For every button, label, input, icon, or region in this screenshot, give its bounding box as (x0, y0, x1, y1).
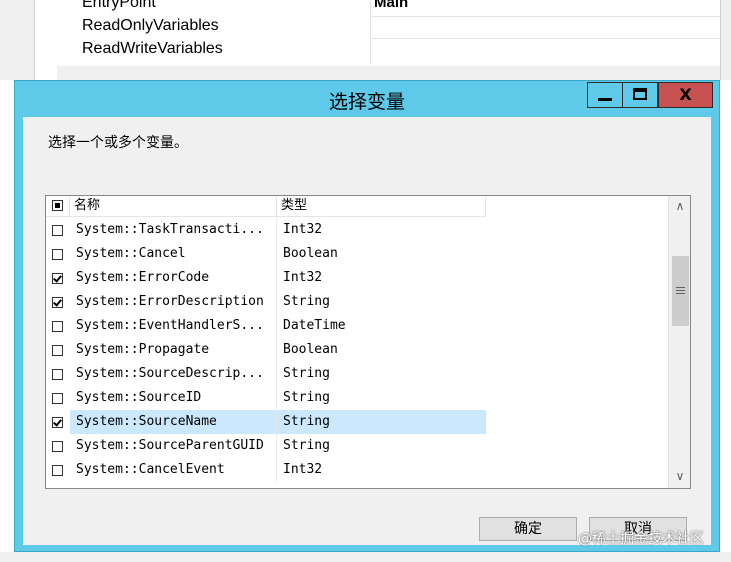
row-checkbox[interactable] (52, 441, 63, 452)
variable-type: Int32 (283, 270, 323, 285)
row-checkbox[interactable] (52, 417, 63, 428)
variable-type: Int32 (283, 462, 323, 477)
variable-name: System::Cancel (70, 242, 277, 266)
variables-list[interactable]: 名称 类型 System::TaskTransacti... Int32 Syste… (45, 195, 691, 489)
variable-name: System::TaskTransacti... (70, 218, 277, 242)
select-all-checkbox[interactable] (52, 200, 63, 211)
watermark: @稀土掘金技术社区 (578, 531, 704, 547)
table-row[interactable]: System::SourceParentGUID String (46, 434, 486, 458)
table-row[interactable]: System::SourceDescrip... String (46, 362, 486, 386)
variable-name: System::CancelEvent (70, 458, 277, 482)
variable-type: Boolean (283, 342, 338, 357)
scrollbar-thumb[interactable] (672, 256, 689, 326)
minimize-icon (598, 98, 612, 101)
variable-type: String (283, 294, 330, 309)
row-checkbox[interactable] (52, 321, 63, 332)
table-row[interactable]: System::Propagate Boolean (46, 338, 486, 362)
property-label-readwritevariables[interactable]: ReadWriteVariables (82, 40, 223, 58)
table-row[interactable]: System::ErrorCode Int32 (46, 266, 486, 290)
minimize-button[interactable] (587, 82, 623, 108)
variable-type: Int32 (283, 222, 323, 237)
property-value-entrypoint[interactable]: Main (374, 0, 408, 11)
variable-name: System::SourceDescrip... (70, 362, 277, 386)
table-row[interactable]: System::TaskTransacti... Int32 (46, 218, 486, 242)
variable-type: String (283, 390, 330, 405)
list-header: 名称 类型 (46, 196, 486, 217)
property-label-readonlyvariables[interactable]: ReadOnlyVariables (82, 17, 219, 35)
vertical-scrollbar[interactable]: ∧ ∨ (668, 196, 690, 488)
variable-type: String (277, 410, 486, 434)
row-checkbox[interactable] (52, 273, 63, 284)
dialog-prompt: 选择一个或多个变量。 (48, 135, 188, 151)
column-header-type[interactable]: 类型 (277, 196, 486, 216)
column-header-name[interactable]: 名称 (70, 196, 277, 216)
ok-button[interactable]: 确定 (479, 517, 577, 541)
variable-name: System::SourceName (70, 410, 277, 434)
grip-icon (676, 287, 685, 288)
maximize-button[interactable] (622, 82, 658, 108)
maximize-icon (633, 88, 647, 100)
table-row[interactable]: System::SourceID String (46, 386, 486, 410)
scroll-down-icon[interactable]: ∨ (669, 466, 690, 486)
background-sidebar (34, 0, 57, 80)
table-row[interactable]: System::SourceName String (46, 410, 486, 434)
variable-type: Boolean (283, 246, 338, 261)
variable-name: System::SourceID (70, 386, 277, 410)
variable-name: System::EventHandlerS... (70, 314, 277, 338)
variable-name: System::SourceParentGUID (70, 434, 277, 458)
table-row[interactable]: System::EventHandlerS... DateTime (46, 314, 486, 338)
close-icon: X (679, 85, 692, 104)
variable-type: String (283, 366, 330, 381)
variable-type: DateTime (283, 318, 346, 333)
scroll-up-icon[interactable]: ∧ (669, 196, 690, 216)
row-checkbox[interactable] (52, 345, 63, 356)
row-checkbox[interactable] (52, 297, 63, 308)
variable-name: System::Propagate (70, 338, 277, 362)
table-row[interactable]: System::Cancel Boolean (46, 242, 486, 266)
dialog-client-area: 选择一个或多个变量。 名称 类型 System::TaskTransacti..… (23, 117, 711, 545)
row-checkbox[interactable] (52, 369, 63, 380)
variable-name: System::ErrorDescription (70, 290, 277, 314)
row-checkbox[interactable] (52, 465, 63, 476)
close-button[interactable]: X (658, 82, 713, 108)
dialog-titlebar[interactable]: 选择变量 X (15, 81, 719, 117)
row-checkbox[interactable] (52, 393, 63, 404)
variable-type: String (283, 438, 330, 453)
table-row[interactable]: System::ErrorDescription String (46, 290, 486, 314)
row-checkbox[interactable] (52, 249, 63, 260)
variable-name: System::ErrorCode (70, 266, 277, 290)
header-select-all[interactable] (46, 196, 70, 216)
property-label-entrypoint[interactable]: EntryPoint (82, 0, 156, 12)
table-row[interactable]: System::CancelEvent Int32 (46, 458, 486, 482)
select-variables-dialog: 选择变量 X 选择一个或多个变量。 名称 类型 System::TaskTran… (14, 80, 720, 552)
row-checkbox[interactable] (52, 225, 63, 236)
